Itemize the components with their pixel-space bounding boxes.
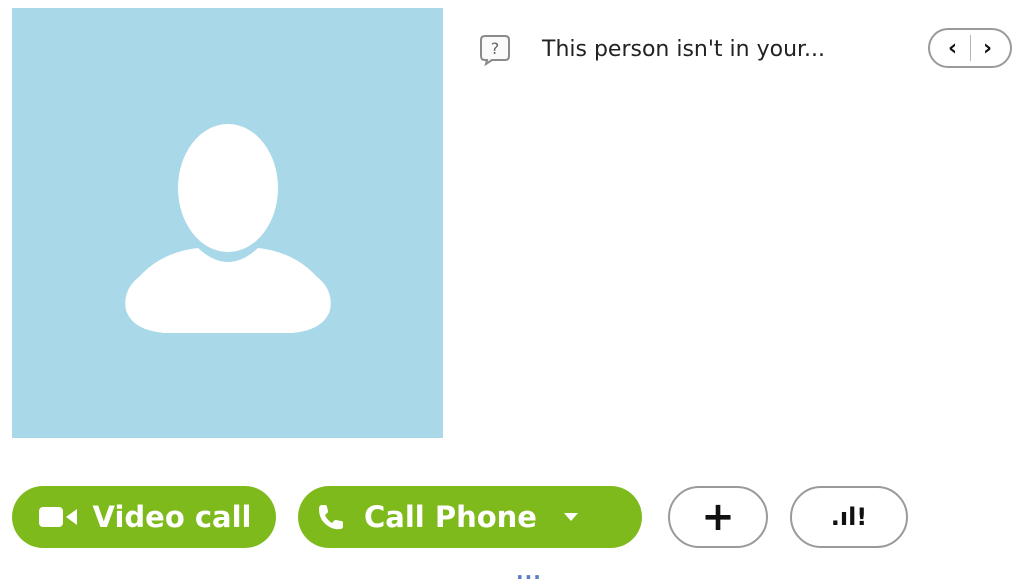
- video-call-label: Video call: [92, 500, 252, 534]
- more-options[interactable]: ...: [516, 562, 542, 582]
- svg-text:?: ?: [491, 39, 500, 58]
- person-silhouette-icon: [125, 124, 331, 333]
- call-phone-label: Call Phone: [364, 500, 537, 534]
- pager-divider: [969, 35, 971, 61]
- question-bubble-icon: ?: [480, 35, 510, 66]
- previous-arrow-button[interactable]: ‹: [938, 33, 968, 63]
- contact-avatar: [12, 8, 443, 438]
- call-quality-button[interactable]: .ıl!: [790, 486, 908, 548]
- add-icon: +: [701, 494, 735, 540]
- chevron-down-icon[interactable]: [563, 512, 579, 522]
- notice-text: This person isn't in your...: [542, 36, 826, 62]
- notice-pager: ‹ ›: [928, 28, 1012, 68]
- signal-bars-icon: .ıl!: [830, 503, 868, 531]
- add-button[interactable]: +: [668, 486, 768, 548]
- next-arrow-button[interactable]: ›: [973, 33, 1003, 63]
- call-phone-button[interactable]: Call Phone: [298, 486, 642, 548]
- video-camera-icon: [38, 507, 77, 527]
- video-call-button[interactable]: Video call: [12, 486, 276, 548]
- phone-handset-icon: [319, 505, 343, 530]
- contact-notice: ? This person isn't in your...: [478, 28, 825, 70]
